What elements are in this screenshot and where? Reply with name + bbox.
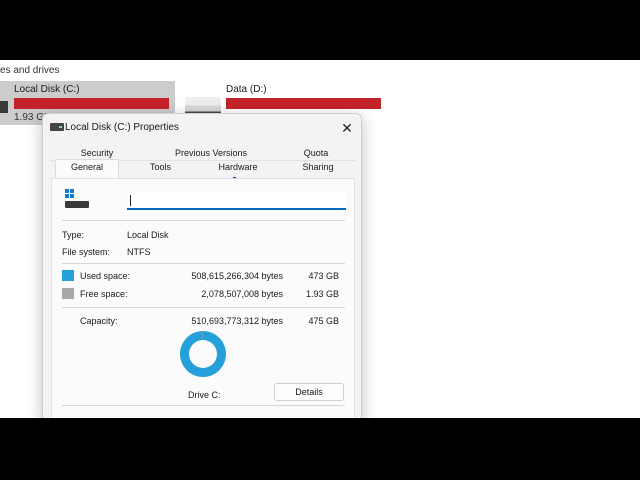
- drive-label: Drive C:: [188, 390, 221, 400]
- section-title: es and drives: [0, 65, 60, 76]
- general-tab-panel: Type: Local Disk File system: NTFS Used …: [51, 178, 355, 418]
- file-system-label: File system:: [62, 247, 111, 257]
- divider: [62, 220, 345, 221]
- free-space-label: Free space:: [80, 289, 128, 299]
- used-space-swatch: [62, 270, 74, 281]
- windows-drive-icon: [62, 189, 92, 211]
- drive-usage-bar: [226, 98, 381, 109]
- tab-hardware[interactable]: Hardware: [208, 162, 268, 177]
- file-system-value: NTFS: [127, 247, 151, 257]
- type-value: Local Disk: [127, 230, 169, 240]
- dialog-title: Local Disk (C:) Properties: [65, 122, 179, 133]
- tab-tools[interactable]: Tools: [133, 162, 188, 177]
- capacity-bytes: 510,693,773,312 bytes: [191, 316, 283, 326]
- drive-name: Local Disk (C:): [14, 84, 80, 95]
- properties-dialog: Local Disk (C:) Properties ✕ Security Pr…: [42, 113, 362, 418]
- drive-icon: [50, 123, 64, 131]
- free-space-gb: 1.93 GB: [305, 289, 339, 299]
- capacity-label: Capacity:: [80, 316, 118, 326]
- free-space-bytes: 2,078,507,008 bytes: [201, 289, 283, 299]
- divider: [62, 263, 345, 264]
- used-space-gb: 473 GB: [308, 271, 339, 281]
- close-button[interactable]: ✕: [336, 118, 358, 138]
- tab-sharing[interactable]: Sharing: [289, 162, 347, 177]
- usage-donut-chart: [180, 331, 226, 377]
- tab-quota[interactable]: Quota: [291, 148, 341, 162]
- hard-drive-icon: [0, 101, 8, 113]
- divider: [62, 307, 345, 308]
- type-label: Type:: [62, 230, 85, 240]
- divider: [62, 405, 345, 406]
- capacity-gb: 475 GB: [308, 316, 339, 326]
- tab-previous-versions[interactable]: Previous Versions: [146, 148, 276, 162]
- dialog-titlebar[interactable]: Local Disk (C:) Properties ✕: [43, 114, 361, 142]
- drive-usage-bar: [14, 98, 169, 109]
- free-space-swatch: [62, 288, 74, 299]
- volume-label-input[interactable]: [127, 191, 346, 210]
- drive-name: Data (D:): [226, 84, 267, 95]
- used-space-bytes: 508,615,266,304 bytes: [191, 271, 283, 281]
- explorer-window: es and drives Local Disk (C:) 1.93 GB Da…: [0, 60, 640, 418]
- used-space-label: Used space:: [80, 271, 131, 281]
- details-button[interactable]: Details: [274, 383, 344, 401]
- text-caret: [130, 195, 131, 206]
